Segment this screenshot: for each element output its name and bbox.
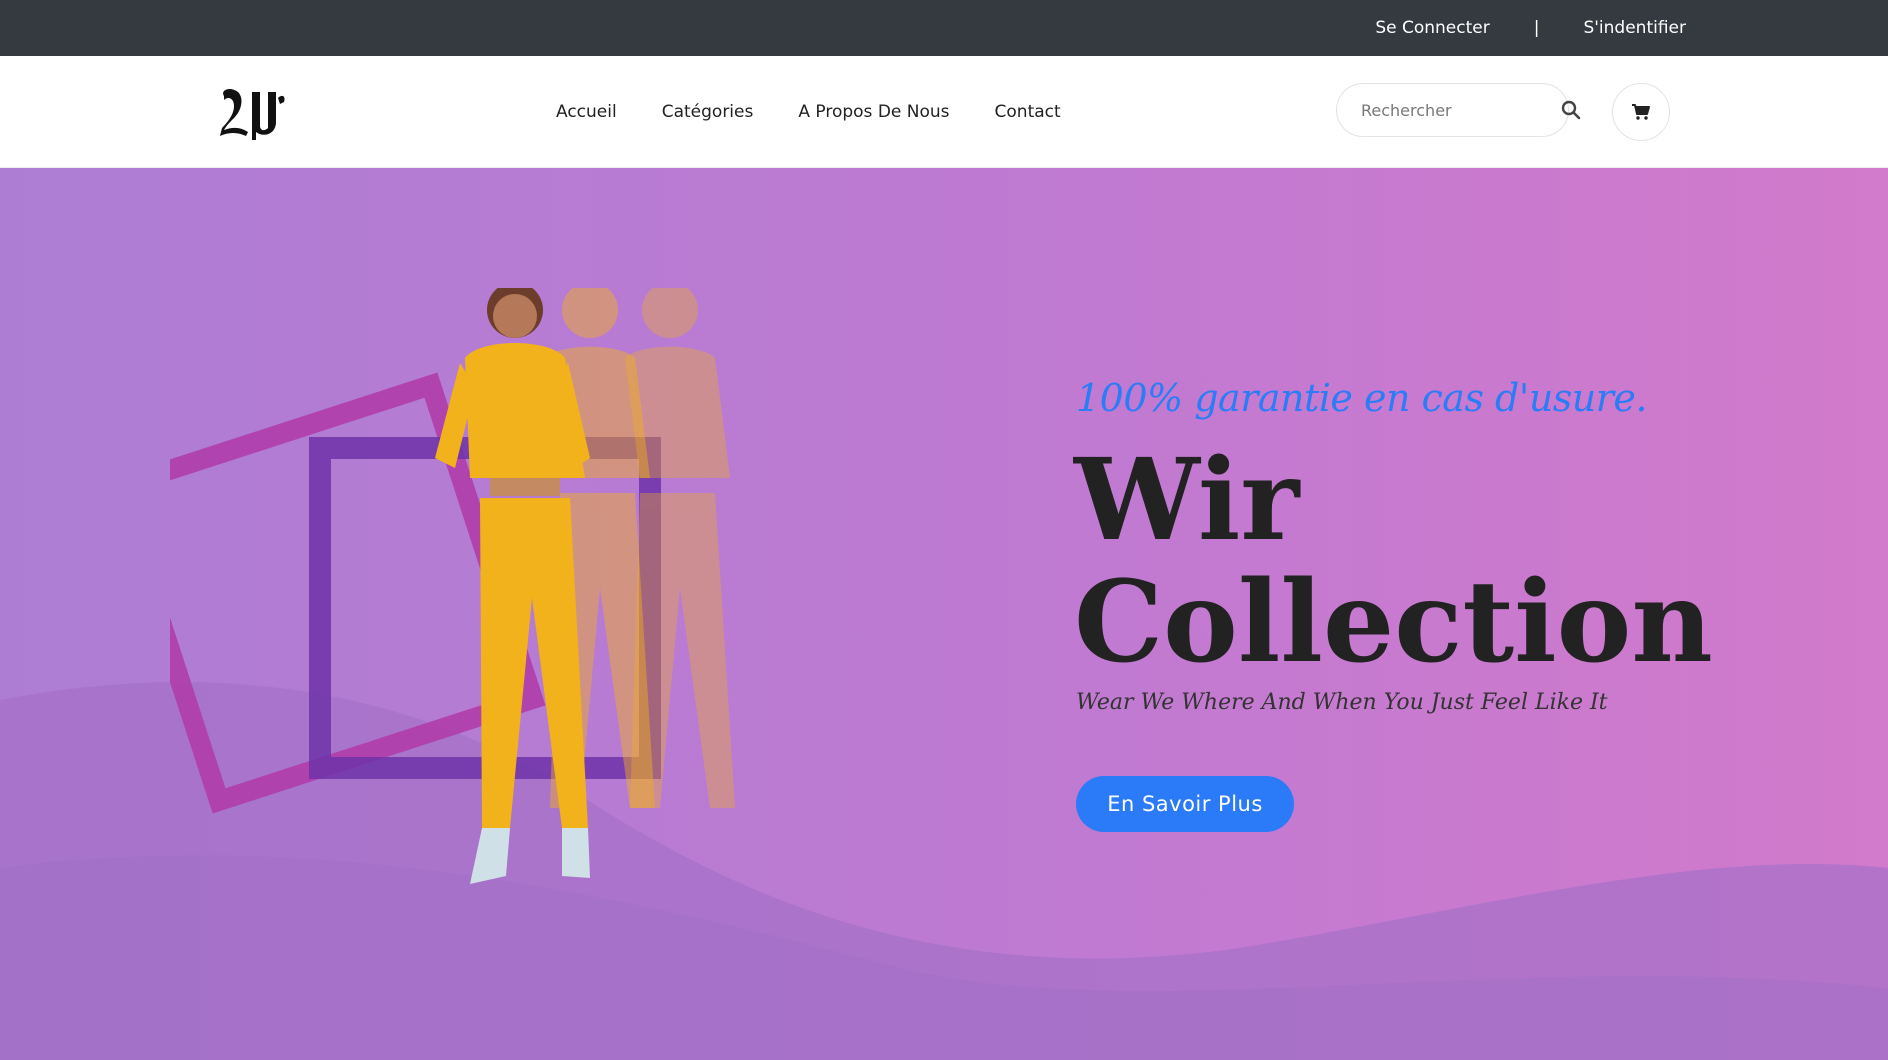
- learn-more-button[interactable]: En Savoir Plus: [1076, 776, 1294, 832]
- hero-title: Wir Collection: [1074, 440, 1714, 684]
- hero-subtitle: Wear We Where And When You Just Feel Lik…: [1076, 690, 1608, 715]
- hero-title-line-1: Wir: [1074, 435, 1300, 566]
- login-link[interactable]: Se Connecter: [1375, 18, 1489, 38]
- hero-model-image: [170, 288, 735, 884]
- link-separator: |: [1533, 18, 1540, 38]
- hero-banner: 100% garantie en cas d'usure. Wir Collec…: [0, 168, 1888, 1060]
- search-icon[interactable]: [1561, 100, 1581, 120]
- wir-monogram-logo-icon: [220, 89, 285, 140]
- search-input[interactable]: [1361, 100, 1561, 120]
- top-bar: Se Connecter | S'indentifier: [0, 0, 1888, 56]
- cart-button[interactable]: [1612, 83, 1670, 141]
- main-navbar: Accueil Catégories A Propos De Nous Cont…: [0, 56, 1888, 168]
- model-figure: [435, 288, 590, 884]
- hero-title-line-2: Collection: [1074, 557, 1713, 688]
- brand-logo[interactable]: [216, 82, 288, 142]
- nav-item-contact[interactable]: Contact: [995, 102, 1061, 122]
- search-box: [1336, 83, 1581, 137]
- nav-item-accueil[interactable]: Accueil: [556, 102, 617, 122]
- account-links: Se Connecter | S'indentifier: [1375, 0, 1686, 56]
- main-menu: Accueil Catégories A Propos De Nous Cont…: [556, 56, 1061, 168]
- hero-tagline: 100% garantie en cas d'usure.: [1076, 376, 1648, 420]
- cart-icon: [1632, 104, 1650, 120]
- nav-item-categories[interactable]: Catégories: [662, 102, 754, 122]
- register-link[interactable]: S'indentifier: [1583, 18, 1686, 38]
- nav-item-about[interactable]: A Propos De Nous: [798, 102, 949, 122]
